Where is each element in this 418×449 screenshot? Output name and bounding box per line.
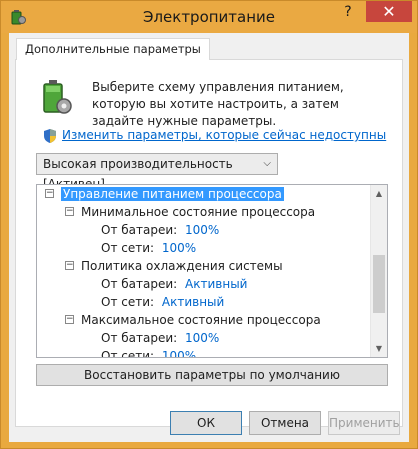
tree-node-min-processor-state[interactable]: − Минимальное состояние процессора xyxy=(65,203,315,221)
tab-advanced-settings[interactable]: Дополнительные параметры xyxy=(16,38,210,60)
collapse-icon[interactable]: − xyxy=(65,261,74,270)
dialog-client-area: Дополнительные параметры Выберите схему … xyxy=(9,33,409,442)
setting-value[interactable]: 100% xyxy=(185,223,219,237)
settings-tree[interactable]: − Управление питанием процессора − Миним… xyxy=(36,184,388,358)
collapse-icon[interactable]: − xyxy=(65,207,74,216)
setting-value[interactable]: 100% xyxy=(185,331,219,345)
tree-node-label: Управление питанием процессора xyxy=(61,187,284,201)
tree-node-processor-power[interactable]: − Управление питанием процессора xyxy=(45,185,284,203)
setting-label: От сети: xyxy=(101,241,155,255)
uac-shield-icon xyxy=(44,129,56,143)
tree-node-label: Политика охлаждения системы xyxy=(81,259,283,273)
restore-defaults-button[interactable]: Восстановить параметры по умолчанию xyxy=(36,364,388,386)
tree-setting-row[interactable]: От батареи: 100% xyxy=(101,329,219,347)
collapse-icon[interactable]: − xyxy=(45,189,54,198)
battery-icon xyxy=(43,80,72,114)
setting-value[interactable]: 100% xyxy=(162,349,196,357)
setting-value[interactable]: Активный xyxy=(162,295,224,309)
tree-setting-row[interactable]: От сети: 100% xyxy=(101,239,196,257)
tree-node-label: Минимальное состояние процессора xyxy=(81,205,316,219)
scroll-thumb[interactable] xyxy=(373,255,385,313)
intro-text: Выберите схему управления питанием, кото… xyxy=(92,80,344,128)
tree-setting-row[interactable]: От батареи: 100% xyxy=(101,221,219,239)
tree-setting-row[interactable]: От сети: 100% xyxy=(101,347,196,358)
close-button[interactable]: ✕ xyxy=(366,1,412,22)
title-bar[interactable]: Электропитание ? ✕ xyxy=(1,1,417,33)
setting-value[interactable]: 100% xyxy=(162,241,196,255)
tree-node-max-processor-state[interactable]: − Максимальное состояние процессора xyxy=(65,311,321,329)
chevron-down-icon: ⌵ xyxy=(263,158,271,169)
setting-label: От сети: xyxy=(101,295,155,309)
tree-node-label: Максимальное состояние процессора xyxy=(81,313,321,327)
tree-node-cooling-policy[interactable]: − Политика охлаждения системы xyxy=(65,257,283,275)
tab-panel: Выберите схему управления питанием, кото… xyxy=(15,59,403,427)
ok-button[interactable]: ОК xyxy=(170,411,242,435)
cancel-button[interactable]: Отмена xyxy=(249,411,321,435)
setting-label: От батареи: xyxy=(101,277,178,291)
setting-value[interactable]: Активный xyxy=(185,277,247,291)
tree-scrollbar[interactable]: ▲ ▼ xyxy=(370,185,387,357)
change-unavailable-settings-link[interactable]: Изменить параметры, которые сейчас недос… xyxy=(62,128,386,142)
tree-setting-row[interactable]: От сети: Активный xyxy=(101,293,224,311)
setting-label: От батареи: xyxy=(101,223,178,237)
scroll-up-arrow-icon[interactable]: ▲ xyxy=(371,185,387,202)
scroll-down-arrow-icon[interactable]: ▼ xyxy=(371,340,387,357)
apply-button[interactable]: Применить xyxy=(328,411,400,435)
tree-setting-row[interactable]: От батареи: Активный xyxy=(101,275,247,293)
setting-label: От батареи: xyxy=(101,331,178,345)
help-button[interactable]: ? xyxy=(331,1,365,23)
power-plan-select[interactable]: Высокая производительность [Активен] ⌵ xyxy=(36,153,278,191)
power-options-window: Электропитание ? ✕ Дополнительные параме… xyxy=(0,0,418,449)
setting-label: От сети: xyxy=(101,349,155,358)
collapse-icon[interactable]: − xyxy=(65,315,74,324)
